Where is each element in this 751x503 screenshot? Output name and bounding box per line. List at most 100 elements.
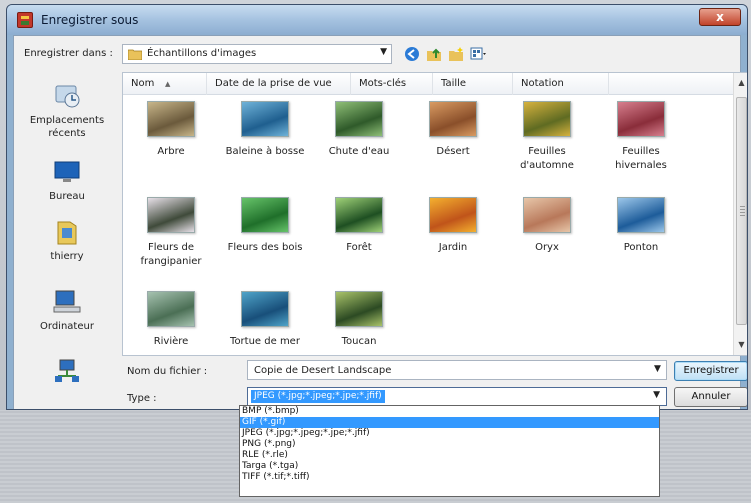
file-name: Fleurs des bois (227, 242, 303, 253)
file-name: Désert (436, 146, 470, 157)
new-folder-icon[interactable] (448, 46, 464, 62)
vertical-scrollbar[interactable]: ▲ ▼ (733, 73, 747, 355)
view-menu-icon[interactable] (470, 46, 486, 62)
file-item[interactable]: Désert (407, 101, 499, 159)
file-name: Rivière (153, 336, 189, 347)
dialog-body: Enregistrer dans : Échantillons d'images… (13, 35, 747, 409)
file-name: Toucan (341, 336, 377, 347)
image-thumbnail (429, 197, 477, 233)
file-item[interactable]: Ponton (595, 197, 687, 255)
filename-input[interactable] (247, 360, 667, 380)
place-label: thierry (50, 251, 84, 262)
image-thumbnail (335, 291, 383, 327)
file-item[interactable]: Chute d'eau (313, 101, 405, 159)
computer-icon (53, 290, 81, 313)
file-item[interactable]: Toucan (313, 291, 405, 349)
network-icon (55, 359, 79, 382)
user-folder-icon (57, 221, 77, 245)
file-item[interactable]: Forêt (313, 197, 405, 255)
scroll-up-icon[interactable]: ▲ (734, 75, 747, 91)
filename-label: Nom du fichier : (127, 366, 208, 377)
place-network[interactable] (14, 358, 120, 390)
cancel-button[interactable]: Annuler (674, 387, 747, 407)
image-thumbnail (429, 101, 477, 137)
file-item[interactable]: Fleurs des bois (219, 197, 311, 255)
file-item[interactable]: Jardin (407, 197, 499, 255)
filename-history-chevron-icon[interactable]: ▼ (654, 364, 661, 374)
folder-icon (128, 49, 142, 60)
title-bar[interactable]: Enregistrer sous x (7, 5, 747, 35)
column-headers: Nom ▲ Date de la prise de vue Mots-clés … (123, 73, 733, 95)
place-label: Bureau (49, 191, 85, 202)
file-list[interactable]: Nom ▲ Date de la prise de vue Mots-clés … (122, 72, 747, 356)
sort-ascending-icon: ▲ (165, 80, 171, 88)
scroll-grip (740, 206, 745, 216)
image-thumbnail (241, 197, 289, 233)
close-button[interactable]: x (699, 8, 741, 26)
place-label: Emplacements récents (29, 115, 105, 139)
place-recent[interactable]: Emplacements récents (14, 82, 120, 140)
column-header-keywords[interactable]: Mots-clés (351, 73, 433, 95)
scroll-thumb[interactable] (736, 97, 747, 325)
navigation-toolbar (404, 44, 486, 64)
column-header-name[interactable]: Nom ▲ (123, 73, 207, 95)
image-thumbnail (241, 101, 289, 137)
save-button[interactable]: Enregistrer (674, 361, 747, 381)
dialog-title: Enregistrer sous (41, 13, 139, 27)
file-item[interactable]: Baleine à bosse (219, 101, 311, 159)
file-name: Chute d'eau (328, 146, 390, 157)
dropdown-option-selected[interactable]: GIF (*.gif) (240, 417, 659, 428)
file-item[interactable]: Feuilles d'automne (501, 101, 593, 173)
dropdown-option[interactable]: RLE (*.rle) (240, 450, 659, 461)
file-name: Feuilles hivernales (615, 146, 667, 171)
image-thumbnail (523, 197, 571, 233)
file-name: Jardin (438, 242, 468, 253)
back-arrow-icon[interactable] (404, 46, 420, 62)
image-thumbnail (335, 101, 383, 137)
file-name: Oryx (535, 242, 559, 253)
app-icon (17, 12, 33, 28)
file-name: Tortue de mer (230, 336, 300, 347)
recent-places-icon (55, 85, 80, 108)
file-type-dropdown-list: BMP (*.bmp) GIF (*.gif) JPEG (*.jpg;*.jp… (239, 405, 660, 497)
file-name: Forêt (346, 242, 372, 253)
image-thumbnail (335, 197, 383, 233)
dropdown-option[interactable]: TIFF (*.tif;*.tiff) (240, 472, 659, 483)
file-type-value: JPEG (*.jpg;*.jpeg;*.jpe;*.jfif) (251, 390, 385, 403)
scroll-down-icon[interactable]: ▼ (734, 337, 747, 353)
dropdown-option[interactable]: Targa (*.tga) (240, 461, 659, 472)
save-as-dialog: Enregistrer sous x Enregistrer dans : Éc… (6, 4, 748, 410)
save-in-label: Enregistrer dans : (24, 48, 113, 59)
file-item[interactable]: Feuilles hivernales (595, 101, 687, 173)
dropdown-option[interactable]: PNG (*.png) (240, 439, 659, 450)
column-header-date[interactable]: Date de la prise de vue (207, 73, 351, 95)
place-desktop[interactable]: Bureau (14, 158, 120, 203)
chevron-down-icon: ▼ (653, 390, 660, 400)
file-item[interactable]: Oryx (501, 197, 593, 255)
image-thumbnail (147, 291, 195, 327)
type-label: Type : (127, 393, 157, 404)
column-header-rating[interactable]: Notation (513, 73, 609, 95)
image-thumbnail (617, 101, 665, 137)
places-bar: Emplacements récents Bureau thierry Ordi… (14, 72, 120, 382)
file-item[interactable]: Fleurs de frangipanier (125, 197, 217, 269)
place-computer[interactable]: Ordinateur (14, 288, 120, 333)
file-item[interactable]: Tortue de mer (219, 291, 311, 349)
image-thumbnail (241, 291, 289, 327)
file-item[interactable]: Rivière (125, 291, 217, 349)
save-in-combo[interactable]: Échantillons d'images ▼ (122, 44, 392, 64)
file-item[interactable]: Arbre (125, 101, 217, 159)
image-thumbnail (147, 101, 195, 137)
file-name: Feuilles d'automne (520, 146, 574, 171)
image-thumbnail (147, 197, 195, 233)
desktop-icon (54, 161, 80, 182)
dropdown-option[interactable]: JPEG (*.jpg;*.jpeg;*.jpe;*.jfif) (240, 428, 659, 439)
dropdown-option[interactable]: BMP (*.bmp) (240, 406, 659, 417)
column-header-size[interactable]: Taille (433, 73, 513, 95)
chevron-down-icon: ▼ (380, 47, 387, 57)
place-user[interactable]: thierry (14, 218, 120, 263)
image-thumbnail (523, 101, 571, 137)
place-label: Ordinateur (40, 321, 94, 332)
file-type-select[interactable]: JPEG (*.jpg;*.jpeg;*.jpe;*.jfif) ▼ (247, 387, 667, 406)
up-folder-icon[interactable] (426, 46, 442, 62)
